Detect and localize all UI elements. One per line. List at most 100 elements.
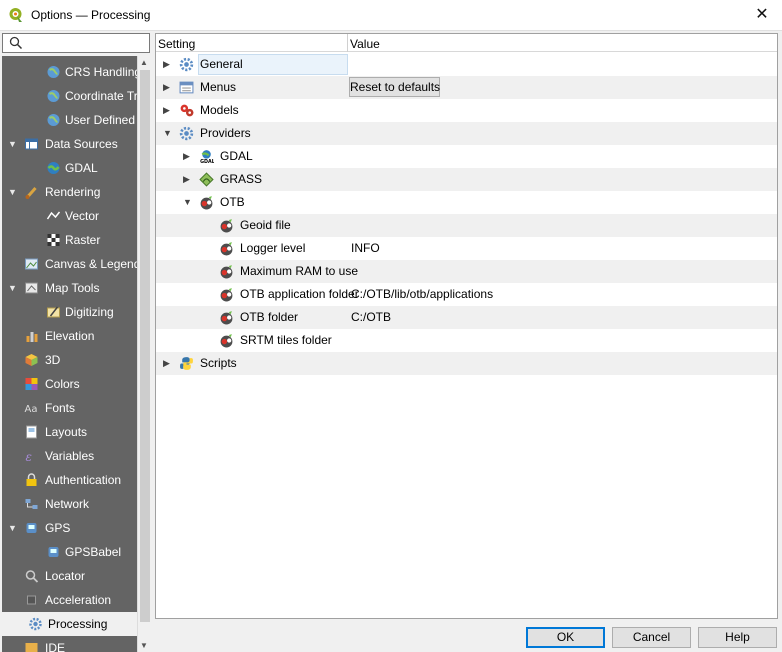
sidebar-scrollbar[interactable]: ▲ ▼ xyxy=(137,56,151,652)
sidebar-item-elevation[interactable]: Elevation xyxy=(2,324,137,348)
sidebar-item-vector[interactable]: Vector xyxy=(2,204,137,228)
scroll-down-icon[interactable]: ▼ xyxy=(140,641,148,650)
tree-row-menus[interactable]: ▶ Menus Reset to defaults xyxy=(156,76,777,99)
chevron-down-icon[interactable]: ▼ xyxy=(183,191,193,214)
ide-icon xyxy=(25,643,38,652)
sidebar-item-label: Colors xyxy=(45,377,80,391)
sidebar-item-map-tools[interactable]: ▼ Map Tools xyxy=(2,276,137,300)
tree-row-logger-level[interactable]: Logger level INFO xyxy=(156,237,777,260)
tree-row-grass[interactable]: ▶ GRASS xyxy=(156,168,777,191)
sidebar-item-label: Layouts xyxy=(45,425,88,439)
chevron-right-icon[interactable]: ▶ xyxy=(163,99,173,122)
gps-icon xyxy=(26,523,37,533)
tree-row-otb[interactable]: ▼ OTB xyxy=(156,191,777,214)
tree-row-value[interactable]: C:/OTB/lib/otb/applications xyxy=(351,283,493,306)
tree-row-general[interactable]: ▶ General xyxy=(156,53,777,76)
tree-row-label: Logger level xyxy=(240,241,306,255)
tree-row-srtm-tiles-folder[interactable]: SRTM tiles folder xyxy=(156,329,777,352)
sidebar-item-authentication[interactable]: Authentication xyxy=(2,468,137,492)
otb-icon xyxy=(220,219,233,233)
menus-icon xyxy=(179,81,194,94)
tree-row-value[interactable]: INFO xyxy=(351,237,380,260)
sidebar-item-raster[interactable]: Raster xyxy=(2,228,137,252)
tree-row-label: OTB xyxy=(220,195,245,209)
sidebar-item-label: Elevation xyxy=(45,329,95,343)
otb-icon xyxy=(220,311,233,325)
close-button[interactable]: ✕ xyxy=(750,3,774,27)
sidebar-item-label: Map Tools xyxy=(45,281,100,295)
network-icon xyxy=(25,499,38,509)
sidebar-item-fonts[interactable]: Aa Fonts xyxy=(2,396,137,420)
sidebar-item-rendering[interactable]: ▼ Rendering xyxy=(2,180,137,204)
cancel-button[interactable]: Cancel xyxy=(612,627,691,648)
sidebar-item-network[interactable]: Network xyxy=(2,492,137,516)
sidebar-item-label: Authentication xyxy=(45,473,122,487)
tree-row-providers[interactable]: ▼ Providers xyxy=(156,122,777,145)
tree-row-maximum-ram[interactable]: Maximum RAM to use xyxy=(156,260,777,283)
chevron-right-icon[interactable]: ▶ xyxy=(163,352,173,375)
chevron-down-icon[interactable]: ▼ xyxy=(8,516,18,540)
sidebar-item-user-defined-crs[interactable]: User Defined CRS xyxy=(2,108,137,132)
lock-icon xyxy=(26,473,37,486)
sidebar-item-data-sources[interactable]: ▼ Data Sources xyxy=(2,132,137,156)
sidebar-item-label: Network xyxy=(45,497,90,511)
chevron-down-icon[interactable]: ▼ xyxy=(8,276,18,300)
tree-row-value[interactable]: C:/OTB xyxy=(351,306,391,329)
tree-row-geoid-file[interactable]: Geoid file xyxy=(156,214,777,237)
tree-row-otb-application-folder[interactable]: OTB application folder C:/OTB/lib/otb/ap… xyxy=(156,283,777,306)
canvas-icon xyxy=(25,258,38,270)
sidebar-item-gpsbabel[interactable]: GPSBabel xyxy=(2,540,137,564)
search-field[interactable] xyxy=(2,33,150,53)
reset-to-defaults-button[interactable]: Reset to defaults xyxy=(349,77,440,97)
column-separator[interactable] xyxy=(347,34,348,52)
sidebar-item-digitizing[interactable]: Digitizing xyxy=(2,300,137,324)
window-title: Options — Processing xyxy=(31,8,151,22)
sidebar-item-acceleration[interactable]: Acceleration xyxy=(2,588,137,612)
settings-tree: Setting Value ▶ General ▶ Menus Reset to… xyxy=(155,33,778,619)
elevation-icon xyxy=(26,332,38,342)
help-button[interactable]: Help xyxy=(698,627,777,648)
sidebar-item-layouts[interactable]: Layouts xyxy=(2,420,137,444)
scroll-up-icon[interactable]: ▲ xyxy=(140,58,148,67)
sidebar-item-label: Coordinate Transforms xyxy=(65,89,137,103)
gear-icon xyxy=(29,617,42,631)
globe-icon xyxy=(47,66,60,78)
otb-icon xyxy=(200,196,213,210)
vector-icon xyxy=(46,211,61,220)
tree-row-scripts[interactable]: ▶ Scripts xyxy=(156,352,777,375)
sidebar-item-colors[interactable]: Colors xyxy=(2,372,137,396)
cube-icon xyxy=(25,354,38,366)
sidebar-item-gps[interactable]: ▼ GPS xyxy=(2,516,137,540)
tree-row-label: OTB folder xyxy=(240,310,299,324)
chevron-right-icon[interactable]: ▶ xyxy=(163,76,173,99)
tree-row-otb-folder[interactable]: OTB folder C:/OTB xyxy=(156,306,777,329)
column-header-setting[interactable]: Setting xyxy=(158,37,195,51)
tree-row-label: Models xyxy=(200,103,239,117)
gps-icon xyxy=(48,547,59,557)
sidebar-item-crs-handling[interactable]: CRS Handling xyxy=(2,60,137,84)
sidebar-item-gdal[interactable]: GDAL xyxy=(2,156,137,180)
sidebar-item-locator[interactable]: Locator xyxy=(2,564,137,588)
sidebar-item-3d[interactable]: 3D xyxy=(2,348,137,372)
tree-row-models[interactable]: ▶ Models xyxy=(156,99,777,122)
chevron-down-icon[interactable]: ▼ xyxy=(8,180,18,204)
chevron-right-icon[interactable]: ▶ xyxy=(183,145,193,168)
chevron-down-icon[interactable]: ▼ xyxy=(8,132,18,156)
sidebar-item-label: Processing xyxy=(48,617,108,631)
sidebar-item-label: Data Sources xyxy=(45,137,118,151)
sidebar-item-ide[interactable]: IDE xyxy=(2,636,137,652)
python-icon xyxy=(180,357,193,370)
ok-button[interactable]: OK xyxy=(526,627,605,648)
tree-row-gdal[interactable]: ▶ GDAL GDAL xyxy=(156,145,777,168)
sidebar-item-variables[interactable]: ε Variables xyxy=(2,444,137,468)
sidebar-item-canvas-legend[interactable]: Canvas & Legend xyxy=(2,252,137,276)
sidebar-item-coordinate-transforms[interactable]: Coordinate Transforms xyxy=(2,84,137,108)
svg-text:ε: ε xyxy=(26,450,32,463)
sidebar-item-processing[interactable]: Processing xyxy=(2,612,137,636)
scrollbar-thumb[interactable] xyxy=(140,70,150,622)
chevron-down-icon[interactable]: ▼ xyxy=(163,122,173,145)
column-header-value[interactable]: Value xyxy=(350,37,380,51)
chevron-right-icon[interactable]: ▶ xyxy=(183,168,193,191)
grass-icon xyxy=(199,172,214,187)
chevron-right-icon[interactable]: ▶ xyxy=(163,53,173,76)
